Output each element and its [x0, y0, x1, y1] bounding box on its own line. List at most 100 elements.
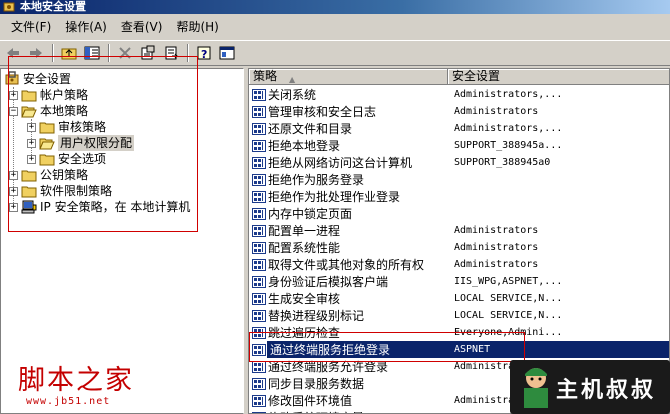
policy-icon	[252, 190, 266, 203]
tree-label: 审核策略	[58, 120, 107, 134]
expand-icon[interactable]: +	[9, 170, 18, 180]
policy-name: 拒绝本地登录	[268, 139, 341, 153]
up-folder-button[interactable]	[58, 42, 80, 64]
watermark-brand: 主机叔叔	[556, 377, 657, 403]
table-row[interactable]: 取得文件或其他对象的所有权 Administrators	[249, 256, 669, 273]
table-row[interactable]: 身份验证后模拟客户端 IIS_WPG,ASPNET,...	[249, 273, 669, 290]
table-row[interactable]: 管理审核和安全日志 Administrators	[249, 103, 669, 120]
policy-cell: 通过终端服务允许登录	[249, 358, 448, 375]
expand-icon[interactable]: +	[27, 122, 36, 132]
setting-cell: Administrators	[454, 259, 539, 270]
policy-icon	[252, 105, 266, 118]
policy-icon	[252, 309, 266, 322]
policy-name: 还原文件和目录	[268, 122, 353, 136]
table-row[interactable]: 配置系统性能 Administrators	[249, 239, 669, 256]
policy-cell: 生成安全审核	[249, 290, 448, 307]
back-icon	[7, 48, 19, 58]
expand-icon[interactable]: +	[9, 90, 18, 100]
table-row[interactable]: 拒绝作为服务登录	[249, 171, 669, 188]
table-row[interactable]: 拒绝作为批处理作业登录	[249, 188, 669, 205]
table-row[interactable]: 拒绝本地登录 SUPPORT_388945a...	[249, 137, 669, 154]
tree-label: 帐户策略	[40, 88, 89, 102]
menu-file[interactable]: 文件(F)	[4, 17, 58, 37]
policy-name: 拒绝作为服务登录	[268, 173, 365, 187]
export-list-button[interactable]	[160, 42, 182, 64]
collapse-icon[interactable]: −	[9, 106, 18, 116]
policy-name: 拒绝作为批处理作业登录	[268, 190, 401, 204]
tree-node-audit-policy[interactable]: + 审核策略	[27, 119, 106, 135]
tree-label: 本地策略	[40, 104, 89, 118]
properties-button[interactable]	[137, 42, 159, 64]
sort-ascending-icon: ▲	[289, 75, 296, 84]
policy-icon	[252, 394, 266, 407]
tree-node-software-restriction[interactable]: + 软件限制策略	[9, 183, 112, 199]
policy-name: 内存中锁定页面	[268, 207, 353, 221]
expand-icon[interactable]: +	[27, 138, 36, 148]
menu-help[interactable]: 帮助(H)	[169, 17, 225, 37]
window-title: 本地安全设置	[20, 0, 86, 13]
policy-cell: 跳过遍历检查	[249, 324, 448, 341]
back-button[interactable]	[2, 42, 24, 64]
column-header-setting[interactable]: 安全设置	[448, 69, 669, 85]
column-header-policy[interactable]: 策略 ▲	[249, 69, 448, 85]
policy-cell: 身份验证后模拟客户端	[249, 273, 448, 290]
policy-name: 替换进程级别标记	[268, 309, 365, 323]
table-row[interactable]: 配置单一进程 Administrators	[249, 222, 669, 239]
forward-button[interactable]	[25, 42, 47, 64]
folder-open-icon	[39, 138, 55, 150]
table-row[interactable]: 内存中锁定页面	[249, 205, 669, 222]
security-settings-icon	[5, 71, 19, 85]
policy-icon	[252, 156, 266, 169]
folder-icon	[39, 154, 55, 166]
tree-label: 安全选项	[58, 152, 107, 166]
toolbar: ?	[0, 40, 670, 66]
folder-open-icon	[21, 106, 37, 118]
expand-icon[interactable]: +	[27, 154, 36, 164]
menu-action[interactable]: 操作(A)	[58, 17, 114, 37]
expand-icon[interactable]: +	[9, 186, 18, 196]
table-row[interactable]: 拒绝从网络访问这台计算机 SUPPORT_388945a0	[249, 154, 669, 171]
console-button[interactable]	[216, 42, 238, 64]
expand-icon[interactable]: +	[9, 202, 18, 212]
tree-label-selected: 用户权限分配	[58, 135, 135, 151]
console-icon	[219, 46, 235, 60]
tree-node-ip-security[interactable]: + IP 安全策略，在 本地计算机	[9, 199, 190, 215]
policy-name: 配置系统性能	[268, 241, 341, 255]
setting-cell: Administrators,...	[454, 123, 563, 134]
tree-node-account-policy[interactable]: + 帐户策略	[9, 87, 88, 103]
setting-cell: Administrators	[454, 106, 539, 117]
policy-name: 跳过遍历检查	[268, 326, 341, 340]
delete-button[interactable]	[114, 42, 136, 64]
policy-name: 修改固件环境值	[268, 394, 353, 408]
table-row[interactable]: 通过终端服务拒绝登录 ASPNET	[249, 341, 669, 358]
tree-node-user-rights[interactable]: + 用户权限分配	[27, 135, 135, 151]
show-tree-button[interactable]	[81, 42, 103, 64]
tree-node-root[interactable]: 安全设置	[4, 71, 71, 87]
policy-icon	[252, 326, 266, 339]
table-row[interactable]: 替换进程级别标记 LOCAL SERVICE,N...	[249, 307, 669, 324]
policy-name: 生成安全审核	[268, 292, 341, 306]
policy-icon	[252, 411, 266, 413]
setting-cell: Everyone,Admini...	[454, 327, 563, 338]
tree-node-local-policy[interactable]: − 本地策略	[9, 103, 88, 119]
tree-node-security-options[interactable]: + 安全选项	[27, 151, 106, 167]
policy-cell: 配置单一进程	[249, 222, 448, 239]
table-row[interactable]: 关闭系统 Administrators,...	[249, 86, 669, 103]
policy-name: 通过终端服务允许登录	[268, 360, 389, 374]
folder-icon	[21, 186, 37, 198]
tree-label: 公钥策略	[40, 168, 89, 182]
folder-icon	[39, 122, 55, 134]
policy-cell: 修改固件环境值	[249, 392, 448, 409]
policy-cell: 还原文件和目录	[249, 120, 448, 137]
toolbar-separator	[187, 44, 189, 62]
svg-text:?: ?	[201, 48, 207, 61]
table-row[interactable]: 跳过遍历检查 Everyone,Admini...	[249, 324, 669, 341]
tree-node-public-key[interactable]: + 公钥策略	[9, 167, 88, 183]
table-row[interactable]: 生成安全审核 LOCAL SERVICE,N...	[249, 290, 669, 307]
help-button[interactable]: ?	[193, 42, 215, 64]
policy-cell: 拒绝作为批处理作业登录	[249, 188, 448, 205]
table-row[interactable]: 还原文件和目录 Administrators,...	[249, 120, 669, 137]
menu-view[interactable]: 查看(V)	[114, 17, 170, 37]
export-list-icon	[165, 46, 179, 60]
tree-label: 安全设置	[23, 72, 72, 86]
